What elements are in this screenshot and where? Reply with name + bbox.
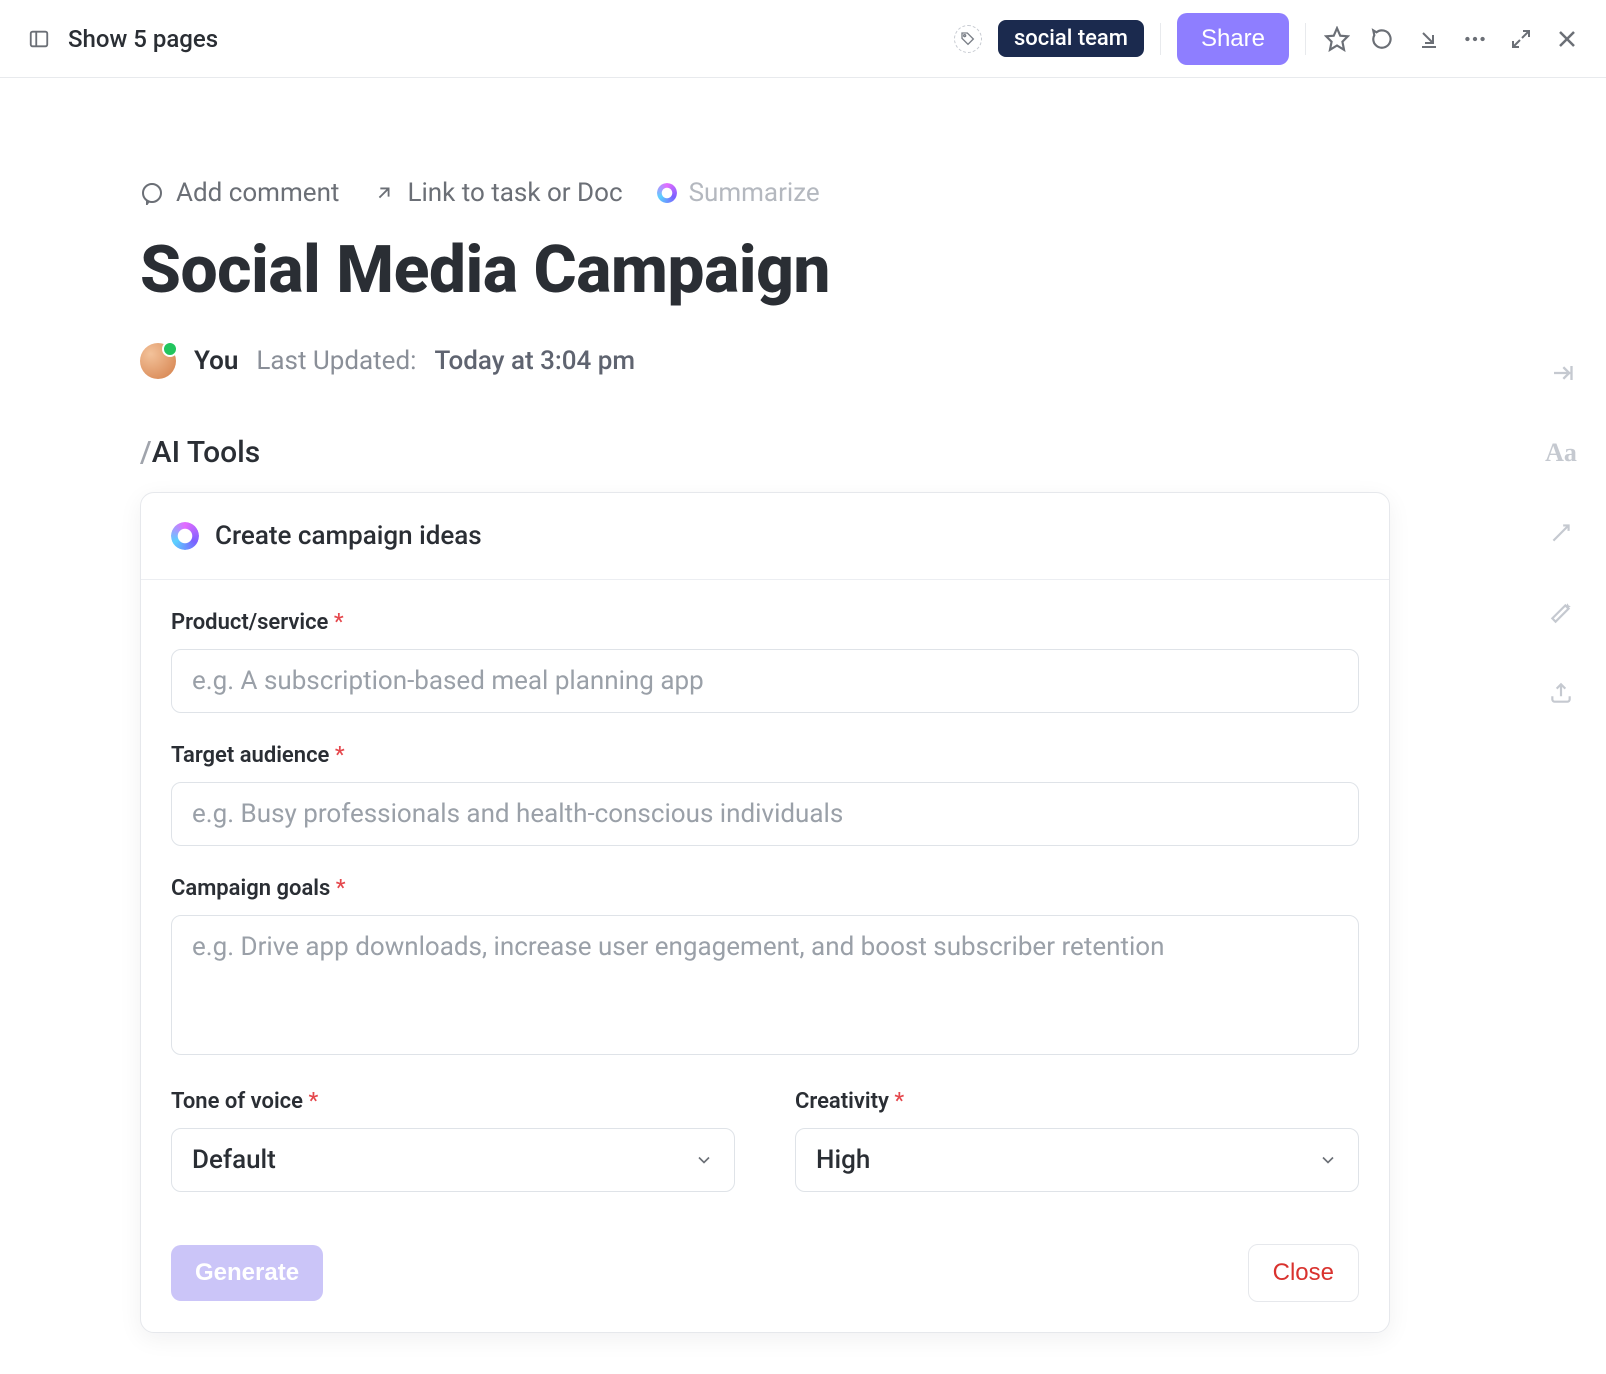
summarize-label: Summarize xyxy=(689,178,820,208)
chevron-down-icon xyxy=(694,1150,714,1170)
ai-ring-icon xyxy=(171,522,199,550)
tone-select[interactable]: Default xyxy=(171,1128,735,1192)
divider xyxy=(1305,23,1306,55)
topbar: Show 5 pages social team Share xyxy=(0,0,1606,78)
slash-command-text[interactable]: /AI Tools xyxy=(140,435,1606,470)
product-label: Product/service * xyxy=(171,610,1359,635)
summarize-action[interactable]: Summarize xyxy=(657,178,820,208)
star-icon[interactable] xyxy=(1322,24,1352,54)
goals-label: Campaign goals * xyxy=(171,876,1359,901)
creativity-label: Creativity * xyxy=(795,1089,1359,1114)
ai-ring-icon xyxy=(657,183,677,203)
ai-tool-card: Create campaign ideas Product/service * … xyxy=(140,492,1390,1333)
card-header: Create campaign ideas xyxy=(141,493,1389,580)
team-tag-pill[interactable]: social team xyxy=(998,20,1144,57)
tone-value: Default xyxy=(192,1145,276,1175)
audience-label: Target audience * xyxy=(171,743,1359,768)
add-comment-label: Add comment xyxy=(176,178,339,208)
document-body: Add comment Link to task or Doc Summariz… xyxy=(0,78,1606,1333)
goals-input[interactable] xyxy=(171,915,1359,1055)
expand-icon[interactable] xyxy=(1506,24,1536,54)
divider xyxy=(1160,23,1161,55)
product-input[interactable] xyxy=(171,649,1359,713)
collapse-left-icon[interactable] xyxy=(1546,358,1576,388)
card-title: Create campaign ideas xyxy=(215,521,482,551)
page-title[interactable]: Social Media Campaign xyxy=(140,236,1606,305)
comment-icon xyxy=(140,181,164,205)
author-name: You xyxy=(194,346,238,376)
add-tag-button[interactable] xyxy=(954,25,982,53)
updated-label: Last Updated: xyxy=(256,346,416,376)
panel-toggle-icon[interactable] xyxy=(24,24,54,54)
ai-assist-icon[interactable] xyxy=(1546,518,1576,548)
typography-icon[interactable]: Aa xyxy=(1546,438,1576,468)
show-pages-toggle[interactable]: Show 5 pages xyxy=(68,25,218,53)
magic-wand-icon[interactable] xyxy=(1546,598,1576,628)
doc-action-row: Add comment Link to task or Doc Summariz… xyxy=(140,178,1606,208)
link-task-label: Link to task or Doc xyxy=(407,178,622,208)
share-button[interactable]: Share xyxy=(1177,13,1289,65)
close-button[interactable]: Close xyxy=(1248,1244,1359,1302)
generate-button[interactable]: Generate xyxy=(171,1245,323,1301)
creativity-select[interactable]: High xyxy=(795,1128,1359,1192)
upload-icon[interactable] xyxy=(1546,678,1576,708)
byline: You Last Updated: Today at 3:04 pm xyxy=(140,343,1606,379)
updated-value: Today at 3:04 pm xyxy=(434,346,635,376)
download-icon[interactable] xyxy=(1414,24,1444,54)
right-rail: Aa xyxy=(1546,358,1576,708)
creativity-value: High xyxy=(816,1145,870,1175)
chevron-down-icon xyxy=(1318,1150,1338,1170)
comment-icon[interactable] xyxy=(1368,24,1398,54)
link-task-action[interactable]: Link to task or Doc xyxy=(373,178,622,208)
tone-label: Tone of voice * xyxy=(171,1089,735,1114)
audience-input[interactable] xyxy=(171,782,1359,846)
close-icon[interactable] xyxy=(1552,24,1582,54)
add-comment-action[interactable]: Add comment xyxy=(140,178,339,208)
more-icon[interactable] xyxy=(1460,24,1490,54)
link-icon xyxy=(373,182,395,204)
author-avatar[interactable] xyxy=(140,343,176,379)
